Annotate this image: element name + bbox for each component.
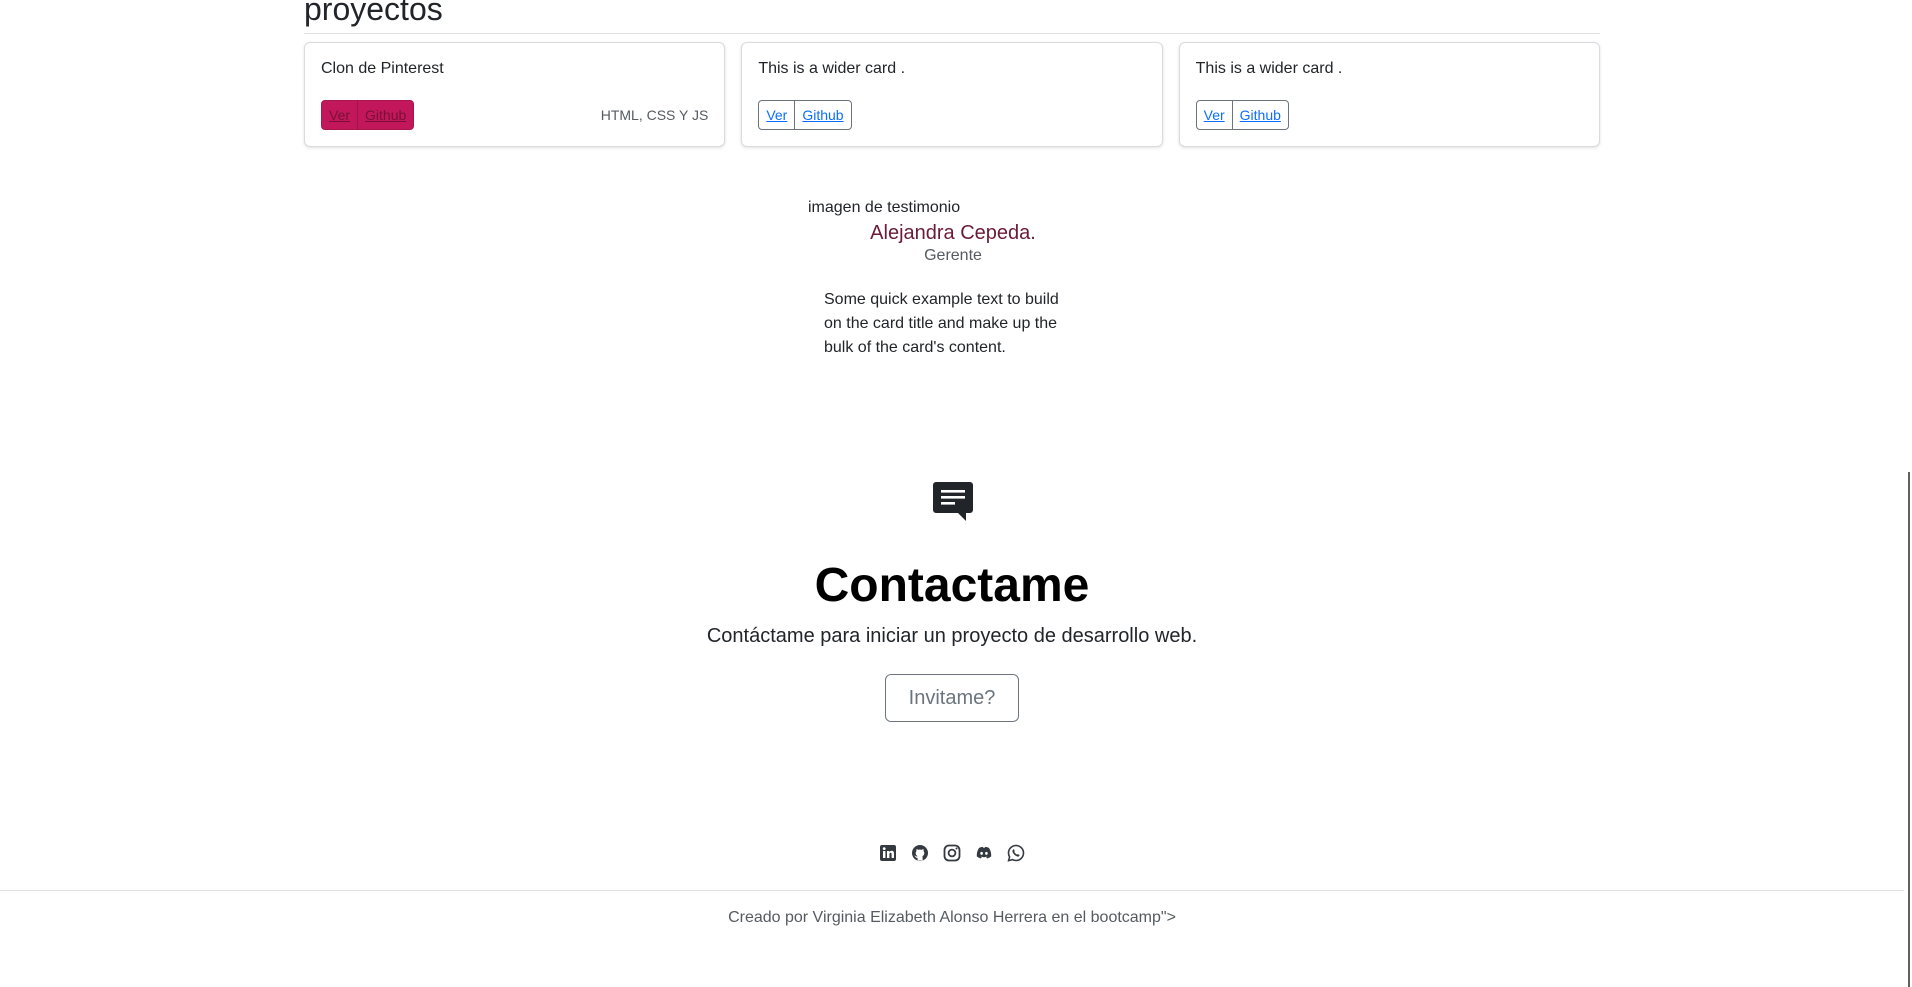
discord-icon[interactable] [974,843,994,863]
testimonial-image-alt: imagen de testimonio [808,199,961,216]
project-card: This is a wider card . Ver Github [741,42,1163,147]
ver-button[interactable]: Ver [1195,100,1233,130]
ver-button[interactable]: Ver [321,100,359,130]
whatsapp-icon[interactable] [1006,843,1026,863]
github-icon[interactable] [910,843,930,863]
contact-title: Contactame [814,559,1090,612]
footer-divider [0,890,1906,891]
chat-message-icon [933,482,973,521]
page: proyectos Clon de Pinterest Ver Github H… [0,0,1912,987]
contact-subtitle: Contáctame para iniciar un proyecto de d… [706,625,1198,647]
project-cards: Clon de Pinterest Ver Github HTML, CSS Y… [304,42,1600,147]
linkedin-icon[interactable] [878,843,898,863]
instagram-icon[interactable] [942,843,962,863]
card-actions: Ver Github [758,100,1145,130]
card-actions: Ver Github HTML, CSS Y JS [321,100,708,130]
testimonial: imagen de testimonio Alejandra Cepeda. G… [808,198,1098,360]
tech-stack-label: HTML, CSS Y JS [600,107,709,123]
testimonial-text: Some quick example text to build on the … [824,291,1059,356]
scrollbar[interactable] [1904,0,1912,987]
button-group: Ver Github [758,100,852,130]
github-button[interactable]: Github [794,100,852,130]
github-button[interactable]: Github [357,100,415,130]
scrollbar-thumb[interactable] [1908,472,1910,987]
card-title: This is a wider card . [1195,60,1343,77]
github-button[interactable]: Github [1231,100,1289,130]
social-links [878,843,1026,863]
section-title: proyectos [304,0,443,27]
invite-button[interactable]: Invitame? [885,674,1019,722]
project-card: This is a wider card . Ver Github [1178,42,1600,147]
testimonial-name: Alejandra Cepeda. [870,222,1036,244]
footer-credit: Creado por Virginia Elizabeth Alonso Her… [728,909,1176,926]
card-title: This is a wider card . [758,60,906,77]
ver-button[interactable]: Ver [758,100,796,130]
button-group: Ver Github [1195,100,1289,130]
card-title: Clon de Pinterest [321,60,444,77]
section-divider [304,33,1600,34]
project-card: Clon de Pinterest Ver Github HTML, CSS Y… [304,42,726,147]
testimonial-role: Gerente [924,247,982,264]
button-group: Ver Github [321,100,415,130]
card-actions: Ver Github [1195,100,1583,130]
